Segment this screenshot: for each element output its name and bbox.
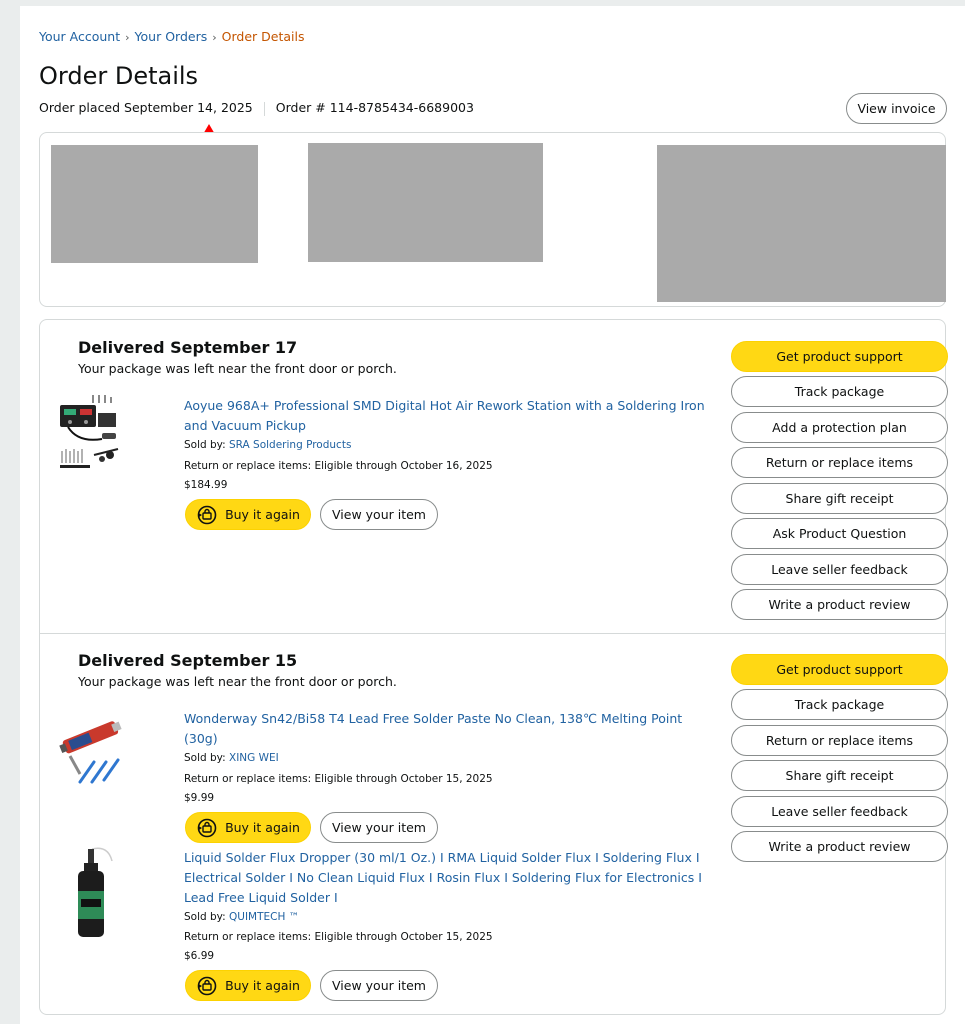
leave-seller-feedback-button[interactable]: Leave seller feedback xyxy=(731,554,948,585)
sold-by: Sold by: SRA Soldering Products xyxy=(184,439,351,451)
product-image-solder-paste[interactable] xyxy=(58,716,124,786)
seller-link[interactable]: XING WEI xyxy=(229,752,279,764)
sold-by: Sold by: QUIMTECH ™ xyxy=(184,911,299,923)
return-eligibility: Return or replace items: Eligible throug… xyxy=(184,931,493,943)
meta-divider xyxy=(263,101,265,116)
order-number: Order # 114-8785434-6689003 xyxy=(275,100,474,115)
get-product-support-button[interactable]: Get product support xyxy=(731,654,948,685)
track-package-button[interactable]: Track package xyxy=(731,689,948,720)
breadcrumb: Your Account › Your Orders › Order Details xyxy=(39,29,305,44)
buy-again-icon xyxy=(197,505,217,524)
write-product-review-button[interactable]: Write a product review xyxy=(731,831,948,862)
sold-by-label: Sold by: xyxy=(184,439,229,451)
breadcrumb-current: Order Details xyxy=(221,29,305,44)
seller-link[interactable]: QUIMTECH ™ xyxy=(229,911,299,923)
product-image-flux-dropper[interactable] xyxy=(68,847,118,941)
buy-it-again-button[interactable]: Buy it again xyxy=(185,499,311,530)
view-your-item-button[interactable]: View your item xyxy=(320,812,438,843)
item-price: $9.99 xyxy=(184,792,215,804)
redacted-block-shipping xyxy=(51,145,258,263)
breadcrumb-your-orders[interactable]: Your Orders xyxy=(135,29,208,44)
return-eligibility: Return or replace items: Eligible throug… xyxy=(184,773,493,785)
return-or-replace-button[interactable]: Return or replace items xyxy=(731,725,948,756)
product-title-link[interactable]: Liquid Solder Flux Dropper (30 ml/1 Oz.)… xyxy=(184,848,716,908)
buy-again-icon xyxy=(197,976,217,995)
item-price: $6.99 xyxy=(184,950,215,962)
return-eligibility: Return or replace items: Eligible throug… xyxy=(184,460,493,472)
buy-again-icon xyxy=(197,818,217,837)
buy-it-again-button[interactable]: Buy it again xyxy=(185,970,311,1001)
view-your-item-button[interactable]: View your item xyxy=(320,499,438,530)
order-summary-card xyxy=(39,132,946,307)
buy-it-again-label: Buy it again xyxy=(225,820,300,835)
leave-seller-feedback-button[interactable]: Leave seller feedback xyxy=(731,796,948,827)
view-your-item-button[interactable]: View your item xyxy=(320,970,438,1001)
buy-it-again-label: Buy it again xyxy=(225,978,300,993)
order-placed-date: Order placed September 14, 2025 xyxy=(39,100,253,115)
shipment-status: Delivered September 15 xyxy=(78,651,298,670)
redacted-block-payment xyxy=(308,143,543,262)
product-title-link[interactable]: Wonderway Sn42/Bi58 T4 Lead Free Solder … xyxy=(184,709,716,749)
track-package-button[interactable]: Track package xyxy=(731,376,948,407)
order-meta: Order placed September 14, 2025 Order # 1… xyxy=(39,100,474,116)
delivery-note: Your package was left near the front doo… xyxy=(78,361,397,376)
page-title: Order Details xyxy=(39,62,199,90)
product-title-link[interactable]: Aoyue 968A+ Professional SMD Digital Hot… xyxy=(184,396,716,436)
buy-it-again-button[interactable]: Buy it again xyxy=(185,812,311,843)
write-product-review-button[interactable]: Write a product review xyxy=(731,589,948,620)
shipment-divider xyxy=(40,633,945,634)
get-product-support-button[interactable]: Get product support xyxy=(731,341,948,372)
return-or-replace-button[interactable]: Return or replace items xyxy=(731,447,948,478)
sold-by-label: Sold by: xyxy=(184,752,229,764)
breadcrumb-your-account[interactable]: Your Account xyxy=(39,29,120,44)
shipment-status: Delivered September 17 xyxy=(78,338,298,357)
sold-by-label: Sold by: xyxy=(184,911,229,923)
breadcrumb-separator: › xyxy=(212,31,217,44)
share-gift-receipt-button[interactable]: Share gift receipt xyxy=(731,760,948,791)
item-price: $184.99 xyxy=(184,479,228,491)
seller-link[interactable]: SRA Soldering Products xyxy=(229,439,351,451)
breadcrumb-separator: › xyxy=(125,31,130,44)
ask-product-question-button[interactable]: Ask Product Question xyxy=(731,518,948,549)
delivery-note: Your package was left near the front doo… xyxy=(78,674,397,689)
order-details-page: Your Account › Your Orders › Order Details O… xyxy=(20,6,965,1024)
view-invoice-button[interactable]: View invoice xyxy=(846,93,947,124)
product-image-rework-station[interactable] xyxy=(58,393,122,473)
share-gift-receipt-button[interactable]: Share gift receipt xyxy=(731,483,948,514)
add-protection-plan-button[interactable]: Add a protection plan xyxy=(731,412,948,443)
buy-it-again-label: Buy it again xyxy=(225,507,300,522)
sold-by: Sold by: XING WEI xyxy=(184,752,279,764)
shipments-card: Delivered September 17 Your package was … xyxy=(39,319,948,1015)
redacted-block-summary xyxy=(657,145,946,302)
